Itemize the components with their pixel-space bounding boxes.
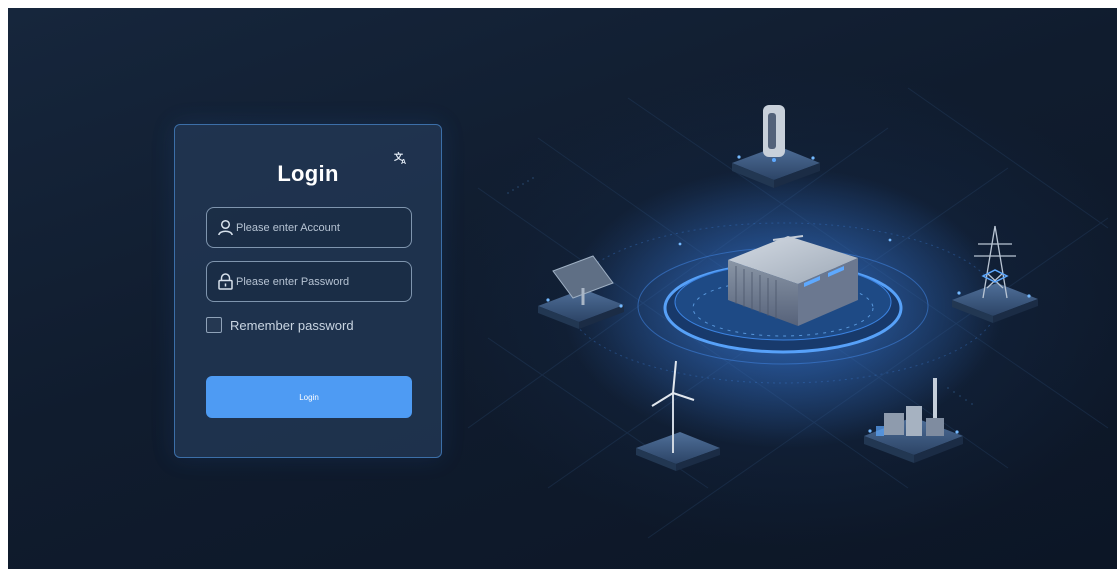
lock-icon	[218, 273, 233, 290]
account-input[interactable]	[236, 208, 406, 247]
translate-icon[interactable]: 文 A	[393, 150, 409, 166]
password-field[interactable]	[206, 261, 412, 302]
login-card: Login 文 A Remember password	[174, 124, 442, 458]
login-button[interactable]: Login	[206, 376, 412, 418]
account-field[interactable]	[206, 207, 412, 248]
user-icon	[218, 219, 233, 236]
password-input[interactable]	[236, 262, 406, 301]
login-page-background: Login 文 A Remember password	[8, 8, 1117, 569]
remember-password-label: Remember password	[230, 317, 354, 333]
remember-password-option[interactable]: Remember password	[206, 316, 354, 334]
remember-password-checkbox[interactable]	[206, 317, 222, 333]
ev-charger-icon	[732, 105, 820, 188]
svg-text:A: A	[401, 159, 406, 166]
